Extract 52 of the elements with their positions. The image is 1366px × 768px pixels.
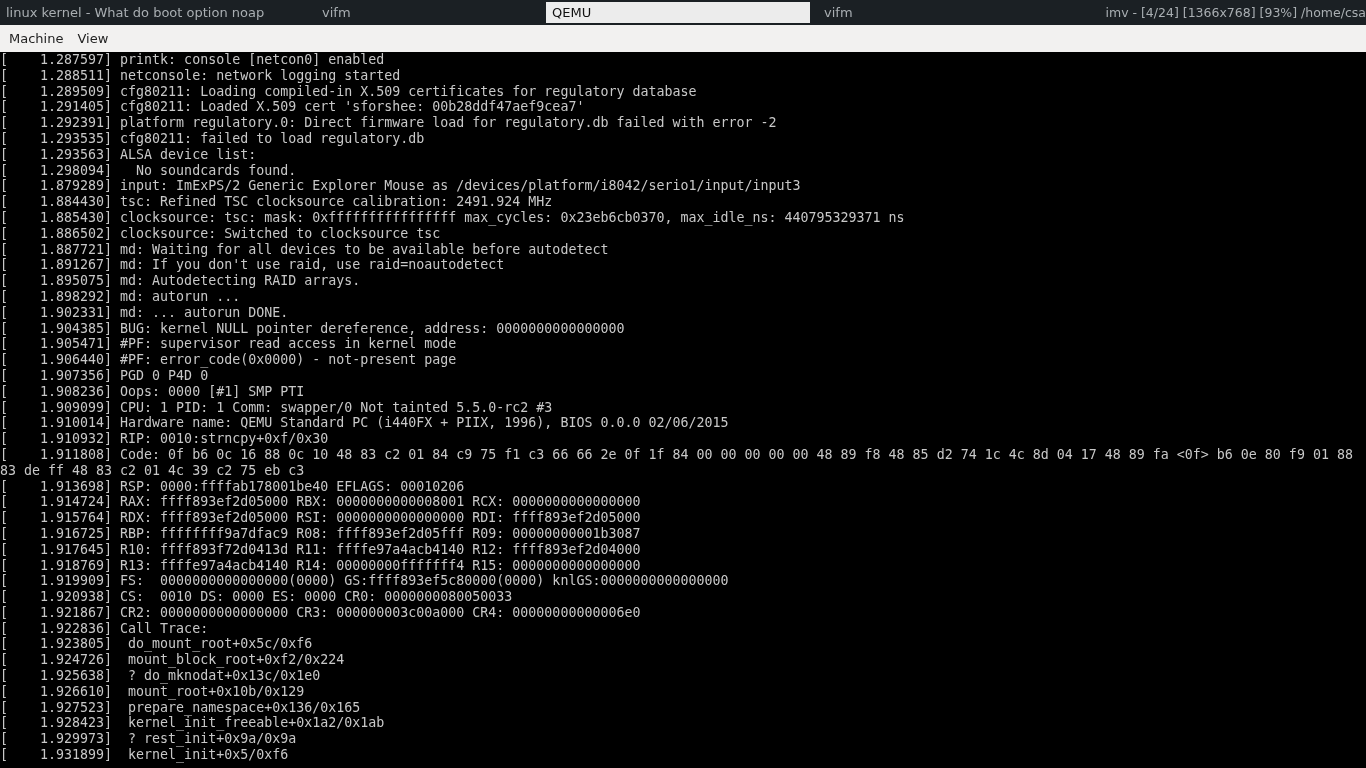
log-line: [ 1.920938] CS: 0010 DS: 0000 ES: 0000 CR0: 0000000080050033 [0, 589, 513, 605]
taskbar-window-title[interactable]: vifm [316, 2, 408, 23]
log-line: [ 1.291405] cfg80211: Loaded X.509 cert 'sforshee: 00b28ddf47aef9cea7' [0, 99, 585, 116]
log-line: [ 1.919909] FS: 0000000000000000(0000) GS:ffff893ef5c80000(0000) knlGS:0000000000000000 [0, 573, 729, 590]
log-line: [ 1.293563] ALSA device list: [0, 146, 257, 163]
log-line: [ 1.288511] netconsole: network logging started [0, 67, 401, 84]
log-line: [ 1.904385] BUG: kernel NULL pointer dereference, address: 0000000000000000 [0, 320, 625, 337]
log-line: [ 1.905471] #PF: supervisor read access in kernel mode [0, 336, 457, 353]
log-line: [ 1.907356] PGD 0 P4D 0 [0, 367, 209, 384]
log-line: [ 1.922836] Call Trace: [0, 620, 209, 637]
log-line: [ 1.908236] Oops: 0000 [#1] SMP PTI [0, 383, 305, 400]
log-line: [ 1.929973] ? rest_init+0x9a/0x9a [0, 731, 297, 748]
taskbar-window-title[interactable]: vifm [818, 2, 1094, 23]
log-line: 83 de ff 48 83 c2 01 4c 39 c2 75 eb c3 [0, 462, 305, 479]
log-line: [ 1.287597] printk: console [netcon0] enabled [0, 52, 385, 68]
log-line: [ 1.918769] R13: ffffe97a4acb4140 R14: 00000000fffffff4 R15: 0000000000000000 [0, 557, 641, 574]
log-line: [ 1.910014] Hardware name: QEMU Standard PC (i440FX + PIIX, 1996), BIOS 0.0.0 02/06/2015 [0, 415, 729, 432]
log-line: [ 1.293535] cfg80211: failed to load regulatory.db [0, 131, 425, 147]
log-line: [ 1.931899] kernel_init+0x5/0xf6 [0, 747, 289, 763]
log-line: [ 1.921867] CR2: 0000000000000000 CR3: 000000003c00a000 CR4: 00000000000006e0 [0, 604, 641, 621]
log-line: [ 1.887721] md: Waiting for all devices to be available before autodetect [0, 241, 609, 258]
taskbar-window-title[interactable]: imv - [4/24] [1366x768] [93%] /home/csa [1099, 2, 1366, 23]
log-line: [ 1.884430] tsc: Refined TSC clocksource calibration: 2491.924 MHz [0, 194, 553, 210]
log-line: [ 1.910932] RIP: 0010:strncpy+0xf/0x30 [0, 431, 329, 447]
log-line: [ 1.886502] clocksource: Switched to clocksource tsc [0, 225, 441, 242]
log-line: [ 1.885430] clocksource: tsc: mask: 0xffffffffffffffff max_cycles: 0x23eb6cb0370, max_idle_ns: 440795329371 ns [0, 209, 905, 226]
log-line: [ 1.926610] mount_root+0x10b/0x129 [0, 683, 305, 700]
taskbar-window-title[interactable]: QEMU [546, 2, 810, 23]
log-line: [ 1.928423] kernel_init_freeable+0x1a2/0x1ab [0, 715, 385, 732]
log-line: [ 1.906440] #PF: error_code(0x0000) - not-present page [0, 352, 457, 368]
log-line: [ 1.917645] R10: ffff893f72d0413d R11: ffffe97a4acb4140 R12: ffff893ef2d04000 [0, 541, 641, 558]
menu-item[interactable]: View [70, 31, 116, 46]
log-line: [ 1.289509] cfg80211: Loading compiled-in X.509 certificates for regulatory database [0, 83, 697, 100]
log-line: [ 1.298094] No soundcards found. [0, 162, 297, 179]
log-line: [ 1.923805] do_mount_root+0x5c/0xf6 [0, 636, 313, 653]
log-line: [ 1.915764] RDX: ffff893ef2d05000 RSI: 0000000000000000 RDI: ffff893ef2d05000 [0, 510, 641, 526]
log-line: [ 1.902331] md: ... autorun DONE. [0, 304, 289, 321]
log-line: [ 1.925638] ? do_mknodat+0x13c/0x1e0 [0, 668, 321, 684]
log-line: [ 1.911808] Code: 0f b6 0c 16 88 0c 10 48 83 c2 01 84 c9 75 f1 c3 66 66 2e 0f 1f 84 00 00 00 00 00 48 89 f8 48 85 d2 74 1c 4c 8d 04 17 48 89 fa <0f> b6 0e 80 f9 01 88 [0, 446, 1353, 463]
log-line: [ 1.927523] prepare_namespace+0x136/0x165 [0, 699, 361, 716]
log-line: [ 1.916725] RBP: ffffffff9a7dfac9 R08: ffff893ef2d05fff R09: 00000000001b3087 [0, 525, 641, 542]
log-line: [ 1.924726] mount_block_root+0xf2/0x224 [0, 652, 345, 669]
log-line: [ 1.891267] md: If you don't use raid, use raid=noautodetect [0, 257, 505, 274]
log-line: [ 1.895075] md: Autodetecting RAID arrays. [0, 273, 361, 289]
taskbar-window-title[interactable]: linux kernel - What do boot option noap [0, 2, 316, 23]
log-line: [ 1.909099] CPU: 1 PID: 1 Comm: swapper/0 Not tainted 5.5.0-rc2 #3 [0, 399, 553, 416]
log-line: [ 1.879289] input: ImExPS/2 Generic Explorer Mouse as /devices/platform/i8042/serio1/input/input3 [0, 178, 801, 195]
log-line: [ 1.292391] platform regulatory.0: Direct firmware load for regulatory.db failed with error -2 [0, 115, 777, 131]
menu-item[interactable]: Machine [2, 31, 71, 46]
log-line: [ 1.913698] RSP: 0000:ffffab178001be40 EFLAGS: 00010206 [0, 478, 465, 495]
log-line: [ 1.898292] md: autorun ... [0, 288, 241, 305]
log-line: [ 1.914724] RAX: ffff893ef2d05000 RBX: 0000000000008001 RCX: 0000000000000000 [0, 494, 641, 511]
